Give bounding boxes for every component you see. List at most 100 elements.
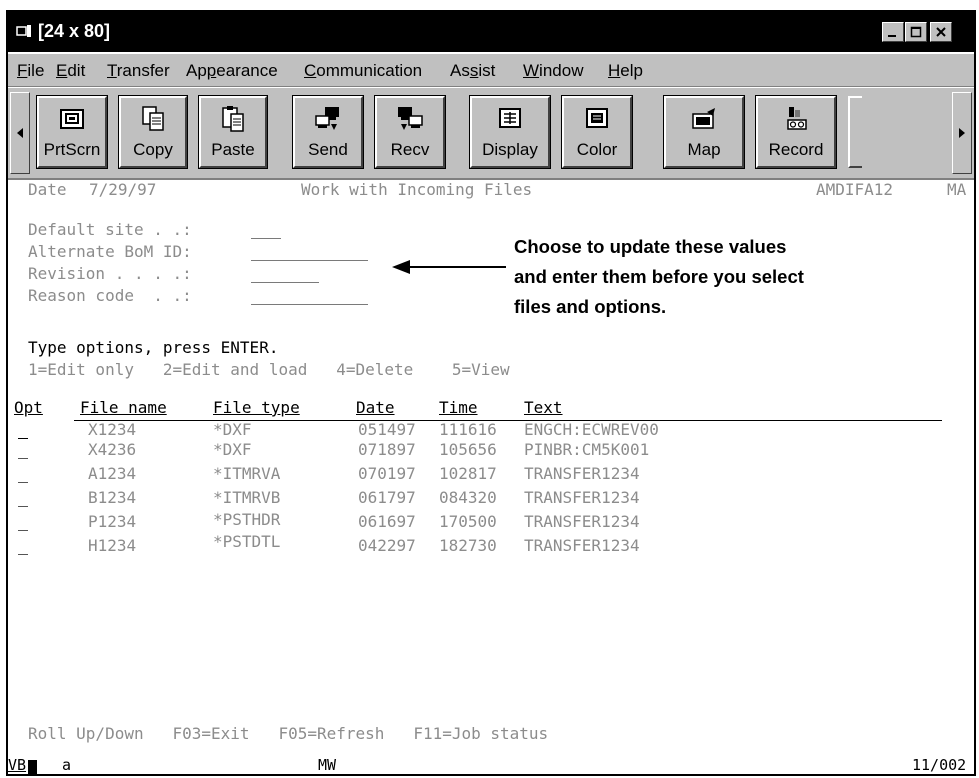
toolbar-next-button-partial[interactable] xyxy=(848,96,862,168)
col-date: Date xyxy=(356,398,395,417)
row-option-input[interactable] xyxy=(18,530,28,531)
row-file-name: H1234 xyxy=(88,536,137,555)
row-time: 084320 xyxy=(439,488,497,507)
paste-icon xyxy=(222,106,244,132)
record-icon xyxy=(787,107,807,130)
row-option-input[interactable] xyxy=(18,482,28,483)
default-site-input[interactable] xyxy=(251,238,281,239)
col-file-type: File type xyxy=(213,398,300,417)
row-file-name: P1234 xyxy=(88,512,137,531)
row-text: TRANSFER1234 xyxy=(524,536,640,555)
toolbar: PrtScrn Copy Paste Send Recv Display Col… xyxy=(8,88,974,180)
instructions: Type options, press ENTER. xyxy=(28,338,279,357)
program-id: AMDIFA12 xyxy=(816,180,894,199)
revision-input[interactable] xyxy=(251,282,319,283)
row-option-input[interactable] xyxy=(18,458,28,459)
row-option-input[interactable] xyxy=(18,506,28,507)
row-time: 102817 xyxy=(439,464,497,483)
date-label: Date xyxy=(28,180,67,199)
alternate-bom-input[interactable] xyxy=(251,260,368,261)
row-date: 051497 xyxy=(358,420,416,439)
row-text: TRANSFER1234 xyxy=(524,464,640,483)
col-file-name: File name xyxy=(80,398,167,417)
close-icon xyxy=(936,27,946,37)
color-button[interactable]: Color xyxy=(561,95,633,169)
row-date: 071897 xyxy=(358,440,416,459)
row-file-type: *ITMRVB xyxy=(213,488,281,507)
row-date: 061797 xyxy=(358,488,416,507)
row-time: 105656 xyxy=(439,440,497,459)
window-title: [24 x 80] xyxy=(38,21,111,41)
maximize-icon xyxy=(910,26,922,38)
menu-transfer[interactable]: Transfer xyxy=(107,61,170,81)
row-file-type: *PSTHDR xyxy=(213,510,281,529)
menu-communication[interactable]: Communication xyxy=(304,61,422,81)
operator-info-area: VB a MW 11/002 xyxy=(8,756,974,776)
close-button[interactable] xyxy=(930,22,952,42)
map-button[interactable]: Map xyxy=(663,95,745,169)
row-option-input[interactable] xyxy=(18,554,28,555)
prtscrn-button[interactable]: PrtScrn xyxy=(36,95,108,169)
header-rule xyxy=(74,420,942,421)
emulator-window: [24 x 80] File Edit Transfer Appearance … xyxy=(6,10,976,776)
copy-icon xyxy=(142,106,164,131)
row-file-name: A1234 xyxy=(88,464,137,483)
row-text: ENGCH:ECWREV00 xyxy=(524,420,659,439)
toolbar-scroll-right[interactable] xyxy=(952,92,972,174)
menu-assist[interactable]: Assist xyxy=(450,61,495,81)
row-text: PINBR:CM5K001 xyxy=(524,440,650,459)
row-file-type: *DXF xyxy=(213,420,252,439)
reason-code-input[interactable] xyxy=(251,304,368,305)
cursor-position: 11/002 xyxy=(912,756,967,774)
copy-button[interactable]: Copy xyxy=(118,95,188,169)
header-truncated: MA xyxy=(947,180,967,199)
menu-edit[interactable]: Edit xyxy=(56,61,85,81)
terminal-screen[interactable]: Date 7/29/97 Work with Incoming Files AM… xyxy=(8,180,974,774)
row-file-name: X1234 xyxy=(88,420,137,439)
row-file-type: *DXF xyxy=(213,440,252,459)
menu-appearance[interactable]: Appearance xyxy=(186,61,278,81)
toolbar-scroll-left[interactable] xyxy=(10,92,30,174)
status-session: MW xyxy=(318,756,337,774)
callout-arrow-line xyxy=(410,266,506,268)
cursor-block xyxy=(28,758,37,776)
row-file-name: B1234 xyxy=(88,488,137,507)
col-opt: Opt xyxy=(14,398,43,417)
display-icon xyxy=(499,108,521,128)
paste-button[interactable]: Paste xyxy=(198,95,268,169)
status-mode: a xyxy=(62,756,72,774)
screen-title: Work with Incoming Files xyxy=(301,180,533,199)
row-text: TRANSFER1234 xyxy=(524,512,640,531)
row-time: 170500 xyxy=(439,512,497,531)
map-icon xyxy=(692,108,715,129)
callout-text: Choose to update these values and enter … xyxy=(514,236,804,317)
arrow-right-icon xyxy=(959,128,965,138)
options-legend: 1=Edit only 2=Edit and load 4=Delete 5=V… xyxy=(28,360,510,379)
row-time: 111616 xyxy=(439,420,497,439)
row-date: 042297 xyxy=(358,536,416,555)
arrow-left-icon xyxy=(17,128,23,138)
menu-file[interactable]: File xyxy=(17,61,44,81)
menu-help[interactable]: Help xyxy=(608,61,643,81)
callout-arrow-head xyxy=(392,260,410,274)
maximize-button[interactable] xyxy=(905,22,927,42)
send-icon xyxy=(315,107,339,130)
print-screen-icon xyxy=(60,109,84,129)
menu-bar: File Edit Transfer Appearance Communicat… xyxy=(8,54,974,87)
row-file-name: X4236 xyxy=(88,440,137,459)
send-button[interactable]: Send xyxy=(292,95,364,169)
row-text: TRANSFER1234 xyxy=(524,488,640,507)
title-bar[interactable]: [24 x 80] xyxy=(8,12,974,52)
row-date: 061697 xyxy=(358,512,416,531)
row-time: 182730 xyxy=(439,536,497,555)
top-background xyxy=(0,0,979,10)
record-button[interactable]: Record xyxy=(755,95,837,169)
system-menu-icon[interactable] xyxy=(16,23,32,39)
reason-code-label: Reason code . .: xyxy=(28,286,192,305)
function-keys: Roll Up/Down F03=Exit F05=Refresh F11=Jo… xyxy=(28,724,549,743)
minimize-button[interactable] xyxy=(882,22,904,42)
row-option-input[interactable] xyxy=(18,438,28,439)
display-button[interactable]: Display xyxy=(469,95,551,169)
recv-button[interactable]: Recv xyxy=(374,95,446,169)
menu-window[interactable]: Window xyxy=(523,61,583,81)
